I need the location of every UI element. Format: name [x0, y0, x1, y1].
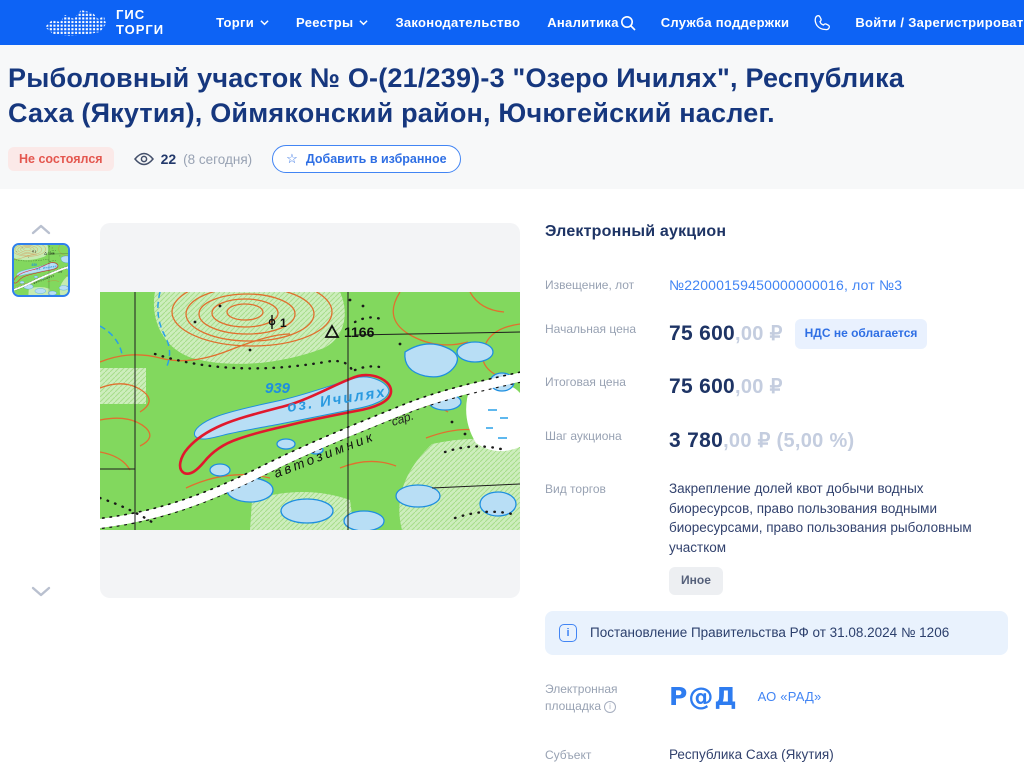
- trade-type-label: Вид торгов: [545, 479, 669, 595]
- nav-zakonodatelstvo[interactable]: Законодательство: [395, 15, 520, 30]
- main-nav: Торги Реестры Законодательство Аналитика: [216, 15, 619, 30]
- lot-main-image[interactable]: [100, 223, 520, 598]
- info-icon[interactable]: [559, 624, 577, 642]
- nav-reestry[interactable]: Реестры: [296, 15, 368, 30]
- views-today: (8 сегодня): [183, 152, 252, 167]
- start-price-value: 75 600: [669, 322, 735, 345]
- info-circle-icon[interactable]: [604, 701, 616, 713]
- carousel-up-icon[interactable]: [30, 223, 52, 237]
- start-price-row: Начальная цена 75 600,00 ₽ НДС не облага…: [545, 319, 1008, 349]
- page-title: Рыболовный участок № О-(21/239)-3 "Озеро…: [8, 61, 908, 131]
- lot-content: Электронный аукцион Извещение, лот №2200…: [0, 189, 1024, 768]
- views-counter: 22 (8 сегодня): [134, 151, 253, 167]
- image-thumbnail[interactable]: [12, 243, 70, 297]
- region-row: Субъект местонахождения имущества Респуб…: [545, 745, 1008, 768]
- carousel-down-icon[interactable]: [30, 584, 52, 598]
- search-icon[interactable]: [619, 14, 637, 32]
- chevron-down-icon: [359, 18, 368, 27]
- notice-label: Извещение, лот: [545, 275, 669, 296]
- vat-badge: НДС не облагается: [795, 319, 928, 348]
- region-value: Республика Саха (Якутия): [669, 745, 1008, 768]
- final-price-value: 75 600: [669, 375, 735, 398]
- star-icon: ☆: [286, 151, 298, 167]
- platform-row: Электронная площадка Р@Д АО «РАД»: [545, 679, 1008, 716]
- start-price-decimals: ,00 ₽: [735, 323, 783, 345]
- status-badge: Не состоялся: [8, 147, 114, 171]
- rad-platform-logo: Р@Д: [669, 679, 738, 715]
- start-price-label: Начальная цена: [545, 319, 669, 349]
- nav-torgi[interactable]: Торги: [216, 15, 269, 30]
- final-price-row: Итоговая цена 75 600,00 ₽: [545, 372, 1008, 402]
- lot-meta-row: Не состоялся 22 (8 сегодня) ☆ Добавить в…: [8, 145, 1016, 173]
- login-register-link[interactable]: Войти / Зарегистрироваться: [855, 15, 1024, 30]
- auction-type-heading: Электронный аукцион: [545, 223, 1008, 241]
- trade-type-tag: Иное: [669, 567, 723, 594]
- add-to-favorites-button[interactable]: ☆ Добавить в избранное: [272, 145, 460, 173]
- chevron-down-icon: [260, 18, 269, 27]
- header-right-group: Служба поддержки Войти / Зарегистрироват…: [619, 14, 1024, 32]
- phone-icon[interactable]: [813, 14, 831, 32]
- final-price-decimals: ,00 ₽: [735, 376, 783, 398]
- topographic-map-image: [100, 292, 520, 530]
- notice-link[interactable]: №22000159450000000016, лот №3: [669, 277, 902, 293]
- logo-text: ГИС ТОРГИ: [116, 8, 164, 38]
- russia-map-icon: [42, 6, 106, 40]
- top-navigation-bar: ГИС ТОРГИ Торги Реестры Законодательство…: [0, 0, 1024, 45]
- auction-step-value: 3 780: [669, 429, 723, 452]
- trade-type-value: Закрепление долей квот добычи водных био…: [669, 479, 1008, 557]
- notice-row: Извещение, лот №22000159450000000016, ло…: [545, 275, 1008, 296]
- decree-banner: Постановление Правительства РФ от 31.08.…: [545, 611, 1008, 655]
- decree-banner-text: Постановление Правительства РФ от 31.08.…: [590, 625, 949, 640]
- auction-step-row: Шаг аукциона 3 780,00 ₽ (5,00 %): [545, 426, 1008, 456]
- lot-title-section: Рыболовный участок № О-(21/239)-3 "Озеро…: [0, 45, 1024, 189]
- support-link[interactable]: Служба поддержки: [661, 15, 790, 30]
- nav-analitika[interactable]: Аналитика: [547, 15, 619, 30]
- region-label: Субъект местонахождения имущества: [545, 745, 669, 768]
- final-price-label: Итоговая цена: [545, 372, 669, 402]
- platform-label: Электронная площадка: [545, 679, 669, 716]
- eye-icon: [134, 152, 154, 166]
- image-carousel: [8, 223, 74, 598]
- views-count: 22: [161, 151, 177, 167]
- trade-type-row: Вид торгов Закрепление долей квот добычи…: [545, 479, 1008, 595]
- gis-torgi-logo[interactable]: ГИС ТОРГИ: [42, 6, 164, 40]
- auction-step-decimals: ,00 ₽ (5,00 %): [723, 430, 854, 452]
- auction-details: Электронный аукцион Извещение, лот №2200…: [545, 223, 1016, 768]
- platform-link[interactable]: АО «РАД»: [758, 688, 822, 707]
- auction-step-label: Шаг аукциона: [545, 426, 669, 456]
